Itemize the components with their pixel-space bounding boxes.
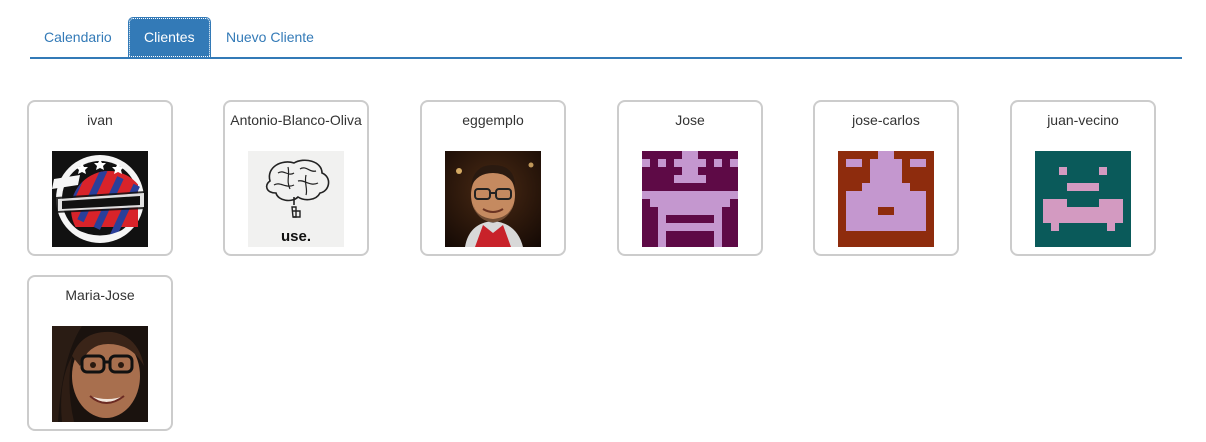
client-card[interactable]: Jose <box>617 100 763 256</box>
woman-with-glasses-photo <box>52 326 148 422</box>
tab-calendario[interactable]: Calendario <box>30 17 126 57</box>
client-name: Jose <box>675 112 705 128</box>
tab-bar: Calendario Clientes Nuevo Cliente <box>30 17 1182 59</box>
client-name: Antonio-Blanco-Oliva <box>230 112 362 128</box>
client-card[interactable]: Maria-Jose <box>27 275 173 431</box>
client-name: jose-carlos <box>852 112 920 128</box>
man-with-glasses-photo <box>445 151 541 247</box>
client-card[interactable]: eggemplo <box>420 100 566 256</box>
client-card[interactable]: juan-vecino <box>1010 100 1156 256</box>
tab-clientes[interactable]: Clientes <box>128 17 211 58</box>
tab-nuevo-cliente[interactable]: Nuevo Cliente <box>212 17 328 57</box>
client-card[interactable]: ivan <box>27 100 173 256</box>
client-card[interactable]: jose-carlos <box>813 100 959 256</box>
client-name: Maria-Jose <box>65 287 135 303</box>
client-name: ivan <box>87 112 113 128</box>
barberia-logo-image <box>52 151 148 247</box>
identicon-teal <box>1035 151 1131 247</box>
client-name: eggemplo <box>462 112 524 128</box>
identicon-rust <box>838 151 934 247</box>
client-card[interactable]: Antonio-Blanco-Oliva use. <box>223 100 369 256</box>
brain-sketch-image: use. <box>248 151 344 247</box>
identicon-purple <box>642 151 738 247</box>
client-name: juan-vecino <box>1047 112 1119 128</box>
svg-text:use.: use. <box>281 228 311 245</box>
